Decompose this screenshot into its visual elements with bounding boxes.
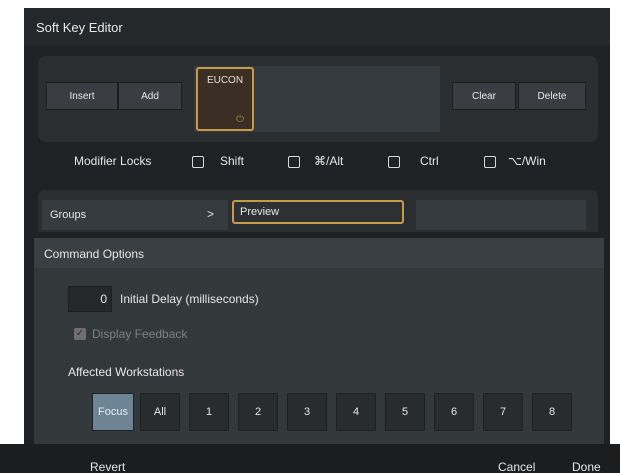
preview-input[interactable] xyxy=(232,200,404,224)
revert-button[interactable]: Revert xyxy=(90,460,125,474)
alt-checkbox[interactable] xyxy=(288,156,300,168)
clear-button[interactable]: Clear xyxy=(452,82,516,110)
groups-selector[interactable]: Groups > xyxy=(42,200,228,230)
modifier-locks-label: Modifier Locks xyxy=(74,154,152,168)
shift-label: Shift xyxy=(220,154,245,168)
workstation-focus-button[interactable]: Focus xyxy=(92,393,134,431)
insert-button[interactable]: Insert xyxy=(46,82,118,110)
workstation-5-button[interactable]: 5 xyxy=(385,393,425,431)
eucon-key-label: EUCON xyxy=(206,75,244,86)
initial-delay-label: Initial Delay (milliseconds) xyxy=(120,292,259,306)
workstation-2-button[interactable]: 2 xyxy=(238,393,278,431)
groups-label: Groups xyxy=(50,209,87,221)
affected-workstations-label: Affected Workstations xyxy=(68,365,185,379)
shift-checkbox[interactable] xyxy=(192,156,204,168)
win-checkbox[interactable] xyxy=(484,156,496,168)
win-label: ⌥/Win xyxy=(508,154,546,168)
add-button[interactable]: Add xyxy=(118,82,182,110)
workstation-3-button[interactable]: 3 xyxy=(287,393,327,431)
initial-delay-input[interactable] xyxy=(68,286,112,312)
display-feedback-checkbox: ✓ xyxy=(74,328,86,340)
workstation-1-button[interactable]: 1 xyxy=(189,393,229,431)
ctrl-label: Ctrl xyxy=(420,154,439,168)
display-feedback-label: Display Feedback xyxy=(92,327,188,341)
footer-bar: Revert Cancel Done xyxy=(0,444,620,474)
eucon-key[interactable]: EUCON ⏻ xyxy=(196,67,254,131)
workstation-7-button[interactable]: 7 xyxy=(483,393,523,431)
alt-label: ⌘/Alt xyxy=(314,154,344,168)
ctrl-checkbox[interactable] xyxy=(388,156,400,168)
chevron-right-icon: > xyxy=(206,207,214,221)
workstation-4-button[interactable]: 4 xyxy=(336,393,376,431)
editor-content: Insert Add EUCON ⏻ Clear Delete Modifier… xyxy=(24,8,610,473)
done-button[interactable]: Done xyxy=(572,460,601,474)
workstation-8-button[interactable]: 8 xyxy=(532,393,572,431)
cancel-button[interactable]: Cancel xyxy=(498,460,535,474)
command-options-panel: Command Options Initial Delay (milliseco… xyxy=(34,238,604,444)
delete-button[interactable]: Delete xyxy=(518,82,586,110)
workstation-all-button[interactable]: All xyxy=(140,393,180,431)
groups-list-extra xyxy=(416,200,586,230)
workstation-6-button[interactable]: 6 xyxy=(434,393,474,431)
power-icon: ⏻ xyxy=(236,114,244,125)
command-options-header: Command Options xyxy=(34,238,604,268)
command-options-title: Command Options xyxy=(44,247,145,261)
